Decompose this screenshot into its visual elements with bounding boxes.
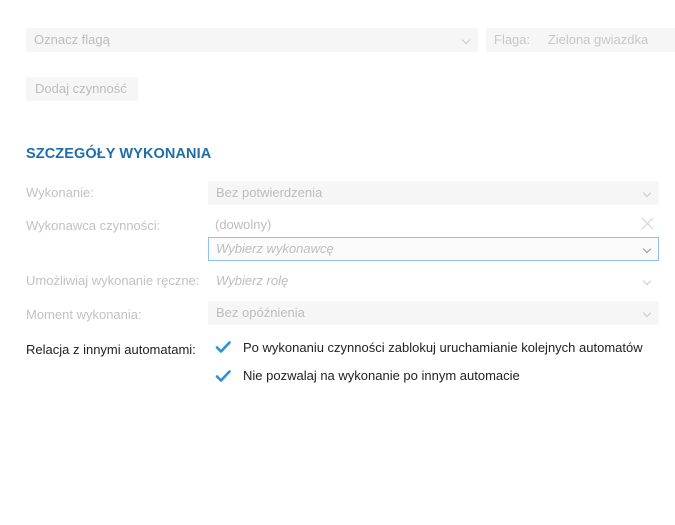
checkmark-icon[interactable]: [215, 339, 231, 355]
manual-role-placeholder: Wybierz rolę: [216, 273, 289, 288]
chevron-down-icon: [642, 276, 652, 286]
moment-value: Bez opóźnienia: [216, 305, 305, 320]
flag-label: Flaga:: [494, 32, 531, 47]
relation-option-label: Nie pozwalaj na wykonanie po innym autom…: [243, 368, 520, 383]
section-title: SZCZEGÓŁY WYKONANIA: [26, 146, 212, 162]
chevron-down-icon: [642, 308, 652, 318]
relation-label: Relacja z innymi automatami:: [26, 342, 196, 357]
close-icon[interactable]: [641, 217, 654, 230]
add-action-label: Dodaj czynność: [35, 81, 127, 96]
relation-option-label: Po wykonaniu czynności zablokuj uruchami…: [243, 340, 643, 355]
manual-role-select[interactable]: Wybierz rolę: [208, 269, 659, 293]
chevron-down-icon: [461, 35, 471, 45]
execution-label: Wykonanie:: [26, 185, 94, 200]
executor-picker-placeholder: Wybierz wykonawcę: [216, 241, 334, 256]
add-action-button[interactable]: Dodaj czynność: [26, 77, 138, 101]
chevron-down-icon: [642, 244, 652, 254]
flag-select-value: Oznacz flagą: [34, 32, 110, 47]
flag-field[interactable]: Flaga: Zielona gwiazdka: [486, 28, 675, 52]
chevron-down-icon: [642, 188, 652, 198]
executor-label: Wykonawca czynności:: [26, 218, 161, 233]
flag-select[interactable]: Oznacz flagą: [26, 28, 478, 52]
executor-picker[interactable]: Wybierz wykonawcę: [208, 237, 659, 261]
moment-select[interactable]: Bez opóźnienia: [208, 301, 659, 325]
relation-option-no-after[interactable]: Nie pozwalaj na wykonanie po innym autom…: [215, 365, 665, 387]
flag-value: Zielona gwiazdka: [547, 32, 649, 47]
executor-value: (dowolny): [215, 217, 272, 232]
checkmark-icon[interactable]: [215, 368, 231, 384]
manual-label: Umożliwiaj wykonanie ręczne:: [26, 273, 200, 288]
moment-label: Moment wykonania:: [26, 307, 142, 322]
relation-option-block[interactable]: Po wykonaniu czynności zablokuj uruchami…: [215, 338, 665, 360]
execution-select[interactable]: Bez potwierdzenia: [208, 181, 659, 205]
execution-value: Bez potwierdzenia: [216, 185, 323, 200]
